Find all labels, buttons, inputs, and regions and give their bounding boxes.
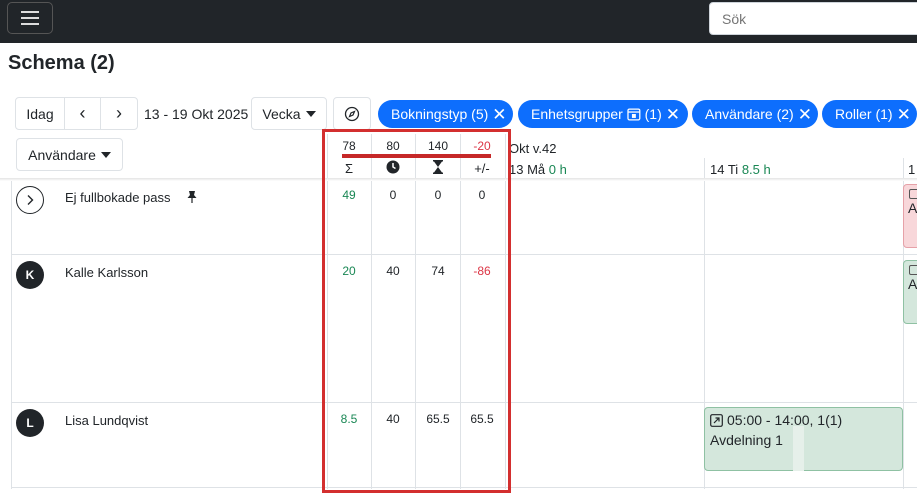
search-input[interactable] (709, 2, 917, 35)
close-icon[interactable]: ✕ (798, 106, 812, 123)
view-select-label: Vecka (262, 105, 301, 122)
filter-chip-label: Bokningstyp (5) (391, 106, 489, 122)
day-label: 14 Ti (710, 162, 739, 177)
page-title: Schema (2) (8, 52, 115, 74)
close-icon[interactable]: ✕ (897, 106, 911, 123)
day-hours: 8.5 h (741, 162, 771, 177)
filter-chip-count: (1) (644, 106, 662, 122)
clock-icon (371, 160, 415, 177)
filter-chip-anvandare[interactable]: Användare (2) ✕ (692, 100, 818, 128)
filter-chip-bokningstyp[interactable]: Bokningstyp (5) ✕ (378, 100, 513, 128)
highlight-box (322, 129, 511, 493)
day-header-monday[interactable]: 13 Må 0 h (509, 162, 567, 177)
day-label: 13 Må (509, 162, 546, 177)
expand-button[interactable] (16, 186, 44, 214)
cell-sum: 49 (342, 188, 356, 202)
shift-card-partial[interactable]: Av (903, 260, 917, 324)
highlight-underline (342, 154, 491, 158)
hamburger-icon (21, 9, 39, 27)
filter-chip-roller[interactable]: Roller (1) ✕ (822, 100, 917, 128)
filter-chip-label: Roller (1) (835, 106, 893, 122)
cell-scheduled: 0 (389, 188, 397, 202)
shift-department: Av (908, 276, 917, 292)
calendar-icon (627, 108, 641, 121)
row-divider (11, 402, 917, 403)
row-name[interactable]: Kalle Karlsson (65, 265, 148, 280)
pin-icon[interactable] (186, 190, 198, 204)
day-label: 1 (908, 162, 916, 177)
diff-symbol: +/- (474, 161, 490, 176)
shift-card-partial[interactable]: Av (903, 184, 917, 248)
day-hours: 0 h (548, 162, 567, 177)
close-icon[interactable]: ✕ (492, 106, 506, 123)
cell-scheduled: 40 (386, 264, 400, 278)
cell-sum: 20 (342, 264, 356, 278)
total-target: 140 (427, 139, 449, 153)
total-scheduled: 80 (386, 139, 400, 153)
date-nav-group: Idag ‹ › (15, 97, 138, 130)
shift-time: 05:00 - 14:00, 1(1) (727, 412, 843, 428)
chevron-right-icon: › (116, 103, 122, 123)
shift-card[interactable]: 05:00 - 14:00, 1(1) Avdelning 1 (704, 407, 903, 471)
filter-chip-enhetsgrupper[interactable]: Enhetsgrupper (1) ✕ (518, 100, 688, 128)
menu-toggle-button[interactable] (7, 2, 53, 34)
prev-week-button[interactable]: ‹ (65, 98, 101, 129)
hourglass-icon (416, 160, 460, 177)
cell-target: 74 (431, 264, 445, 278)
shift-department: Avdelning 1 (710, 432, 783, 448)
day-header-tuesday[interactable]: 14 Ti 8.5 h (710, 162, 771, 177)
cell-diff: 0 (478, 188, 486, 202)
cell-diff: 65.5 (470, 412, 494, 426)
week-label: Okt v.42 (509, 141, 557, 156)
avatar: K (16, 261, 44, 289)
compass-icon (344, 106, 360, 121)
row-name: Ej fullbokade pass (65, 190, 171, 205)
filter-chip-label: Användare (2) (705, 106, 794, 122)
shift-department: Av (908, 200, 917, 216)
row-divider (11, 487, 917, 488)
chevron-left-icon: ‹ (79, 103, 86, 123)
day-header-wednesday[interactable]: 1 (908, 162, 915, 177)
grid-divider (11, 180, 12, 489)
external-link-icon (909, 265, 917, 275)
cell-target: 0 (434, 188, 442, 202)
filter-chip-label: Enhetsgrupper (531, 106, 623, 122)
group-by-label: Användare (28, 146, 96, 163)
close-icon[interactable]: ✕ (666, 106, 680, 123)
grid-divider (505, 134, 506, 489)
view-select-button[interactable]: Vecka (251, 97, 327, 130)
caret-down-icon (100, 151, 111, 158)
top-navbar (0, 0, 917, 43)
row-divider (11, 254, 917, 255)
today-button[interactable]: Idag (16, 98, 65, 129)
group-by-button[interactable]: Användare (16, 138, 123, 171)
cell-diff: -86 (473, 264, 491, 278)
header-shadow (0, 178, 917, 181)
avatar: L (16, 409, 44, 437)
row-name[interactable]: Lisa Lundqvist (65, 413, 148, 428)
caret-down-icon (305, 110, 316, 117)
total-diff: -20 (473, 139, 491, 153)
next-week-button[interactable]: › (101, 98, 137, 129)
cell-sum: 8.5 (340, 412, 358, 426)
sigma-icon: Σ (344, 161, 354, 176)
external-link-icon (710, 413, 723, 427)
cell-target: 65.5 (426, 412, 450, 426)
compass-button[interactable] (333, 97, 371, 130)
external-link-icon (909, 189, 917, 199)
date-range-label: 13 - 19 Okt 2025 (144, 106, 249, 122)
cell-scheduled: 40 (386, 412, 400, 426)
chevron-right-icon (27, 195, 34, 205)
total-sum: 78 (342, 139, 356, 153)
